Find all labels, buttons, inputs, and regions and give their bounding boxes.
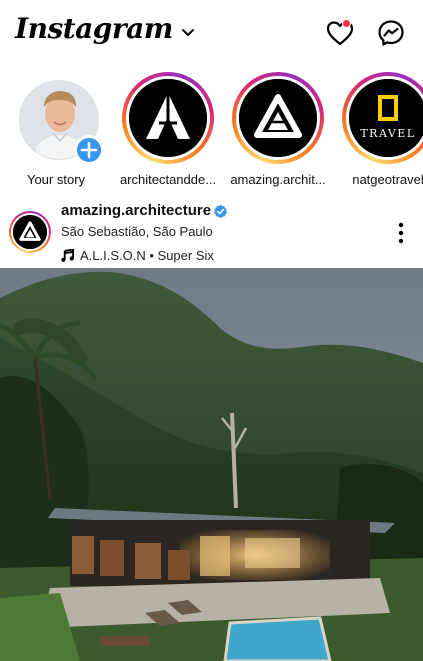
top-bar: Instagram <box>0 0 423 66</box>
story-ring <box>122 72 214 164</box>
story-ring: TRAVEL <box>342 72 423 164</box>
music-note-icon <box>61 249 74 262</box>
story-label: natgeotravel <box>352 172 423 187</box>
post-photo-image <box>0 268 423 661</box>
verified-badge-icon <box>213 204 228 218</box>
avatar <box>239 79 317 157</box>
story-ring <box>232 72 324 164</box>
messages-button[interactable] <box>376 18 406 48</box>
post-header: amazing.architecture São Sebastião, São … <box>0 198 423 266</box>
plus-icon <box>80 141 98 159</box>
add-story-button[interactable] <box>74 135 104 165</box>
post-location[interactable]: São Sebastião, São Paulo <box>61 224 213 239</box>
activity-button[interactable] <box>325 18 355 48</box>
natgeo-logo-icon <box>349 79 423 157</box>
music-label: A.L.I.S.O.N • Super Six <box>80 248 214 263</box>
avatar <box>13 215 47 249</box>
messenger-icon <box>378 20 404 46</box>
amazing-architecture-logo-icon <box>239 79 317 157</box>
natgeo-logo-text: TRAVEL <box>360 127 416 140</box>
more-options-icon[interactable] <box>390 220 412 246</box>
story-label: amazing.archit... <box>230 172 326 187</box>
stories-tray: Your story architectandde... amazing.arc… <box>0 70 423 195</box>
architecture-logo-icon <box>129 79 207 157</box>
chevron-down-icon <box>181 28 194 36</box>
instagram-logo: Instagram <box>15 12 173 45</box>
post-music[interactable]: A.L.I.S.O.N • Super Six <box>61 248 214 263</box>
avatar: TRAVEL <box>349 79 423 157</box>
avatar <box>129 79 207 157</box>
post-username[interactable]: amazing.architecture <box>61 202 211 219</box>
post-photo[interactable] <box>0 268 423 661</box>
notification-dot <box>342 19 351 28</box>
app-logo-dropdown[interactable]: Instagram <box>15 12 195 45</box>
amazing-architecture-logo-icon <box>13 215 47 249</box>
story-label: Your story <box>26 172 86 187</box>
story-label: architectandde... <box>119 172 217 187</box>
post-author-avatar[interactable] <box>9 211 51 253</box>
